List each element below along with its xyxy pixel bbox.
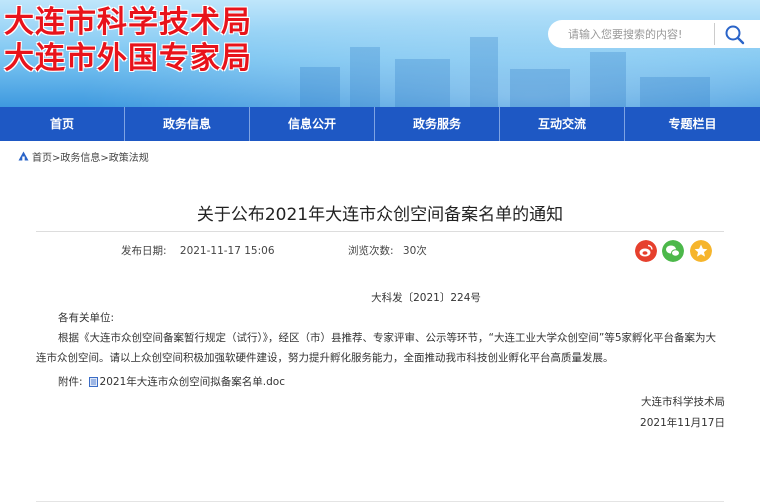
article-title: 关于公布2021年大连市众创空间备案名单的通知: [196, 205, 564, 225]
attachment-label: 附件:: [58, 376, 83, 388]
article-paragraph: 根据《大连市众创空间备案暂行规定（试行）》，经区（市）县推荐、专家评审、公示等环…: [36, 332, 717, 364]
publish-label: 发布日期:: [121, 245, 167, 257]
banner-building: [300, 67, 340, 107]
search-divider: [714, 23, 715, 45]
signature-date: 2021年11月17日: [640, 417, 725, 429]
banner-building: [395, 59, 450, 107]
breadcrumb: 首页>政务信息>政策法规: [18, 149, 149, 164]
site-title-line2: 大连市外国专家局: [4, 41, 252, 76]
title-divider: [36, 231, 724, 232]
wechat-icon[interactable]: [662, 240, 684, 262]
banner-building: [470, 37, 498, 107]
footer-divider: [36, 501, 724, 502]
views-label: 浏览次数:: [348, 245, 394, 257]
search-icon[interactable]: [722, 23, 748, 45]
banner-building: [640, 77, 710, 107]
attachment-row: 附件: 2021年大连市众创空间拟备案名单.doc: [58, 374, 285, 389]
nav-item-interaction[interactable]: 互动交流: [500, 107, 625, 141]
main-nav: 首页 政务信息 信息公开 政务服务 互动交流 专题栏目: [0, 107, 760, 141]
breadcrumb-text[interactable]: 首页>政务信息>政策法规: [32, 149, 149, 164]
document-number: 大科发〔2021〕224号: [371, 292, 481, 304]
salutation: 各有关单位:: [58, 312, 115, 324]
nav-item-home[interactable]: 首页: [0, 107, 125, 141]
document-icon: [88, 376, 98, 387]
banner-building: [350, 47, 380, 107]
search-box: [548, 20, 760, 48]
location-icon: [18, 151, 29, 161]
publish-date: 发布日期: 2021-11-17 15:06: [121, 243, 275, 258]
header-banner: 大连市科学技术局 大连市外国专家局: [0, 0, 760, 107]
nav-item-government-info[interactable]: 政务信息: [125, 107, 250, 141]
attachment-link[interactable]: 2021年大连市众创空间拟备案名单.doc: [100, 374, 285, 389]
views-value: 30次: [402, 245, 427, 257]
nav-item-special-topics[interactable]: 专题栏目: [625, 107, 760, 141]
nav-item-info-disclosure[interactable]: 信息公开: [250, 107, 375, 141]
publish-value: 2021-11-17 15:06: [179, 245, 275, 257]
banner-building: [590, 52, 626, 107]
star-icon[interactable]: [690, 240, 712, 262]
signature-org: 大连市科学技术局: [641, 396, 725, 408]
nav-item-government-services[interactable]: 政务服务: [375, 107, 500, 141]
view-count: 浏览次数: 30次: [348, 243, 427, 258]
search-input[interactable]: [568, 27, 728, 41]
banner-building: [510, 69, 570, 107]
weibo-icon[interactable]: [635, 240, 657, 262]
site-title-line1: 大连市科学技术局: [4, 5, 252, 40]
